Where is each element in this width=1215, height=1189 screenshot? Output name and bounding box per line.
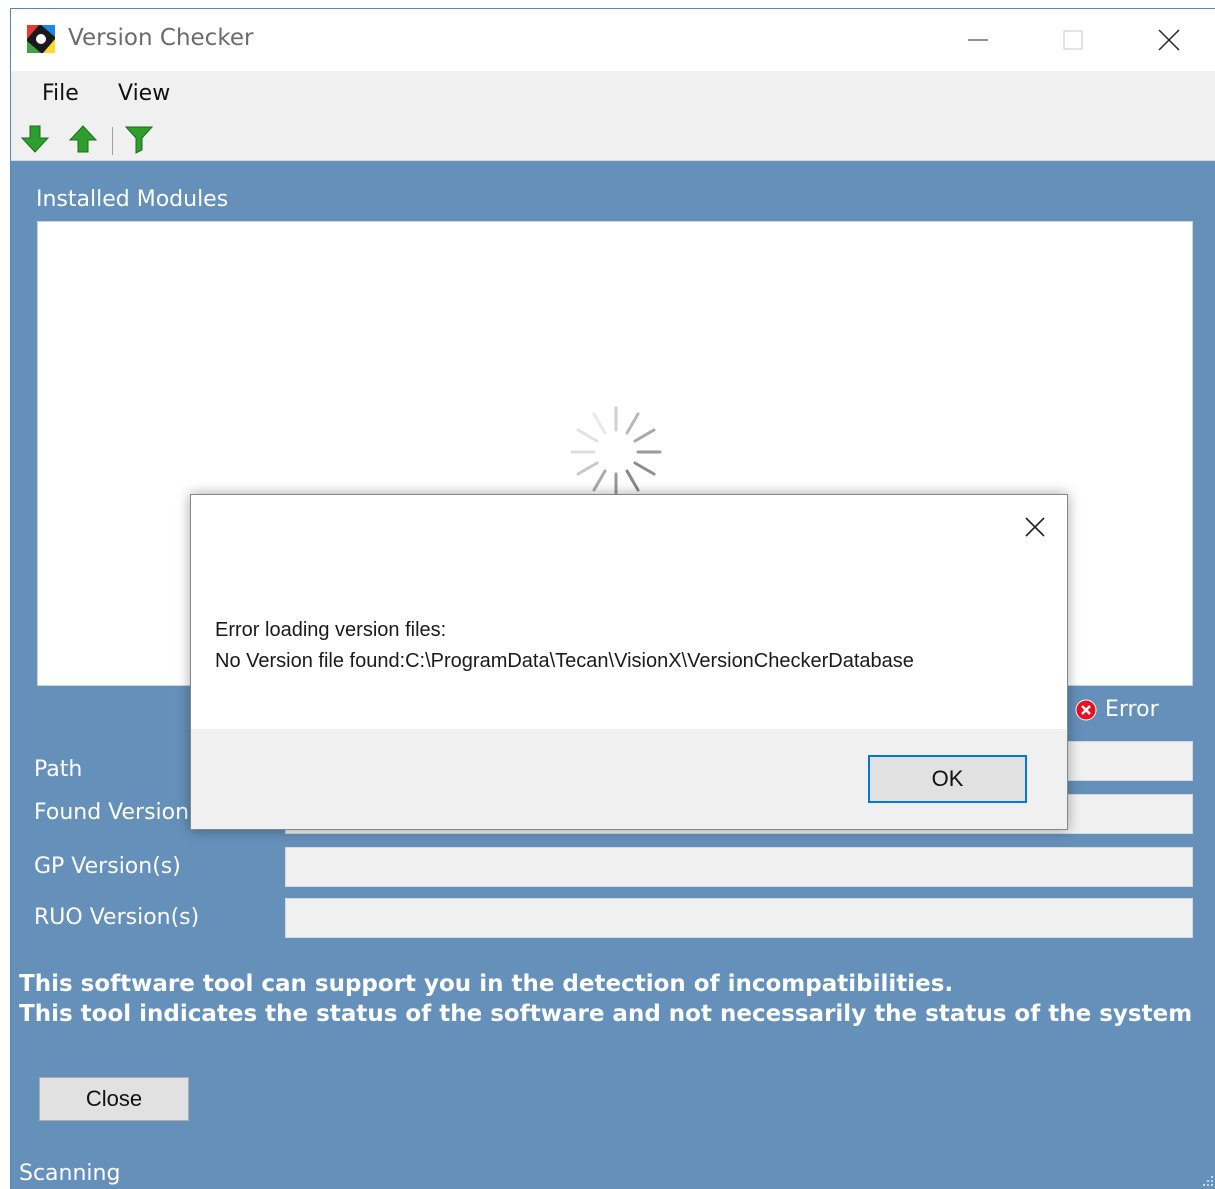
maximize-icon bbox=[1063, 30, 1083, 50]
title-bar: Version Checker bbox=[11, 9, 1215, 71]
ok-button[interactable]: OK bbox=[868, 755, 1027, 803]
info-line-1: This software tool can support you in th… bbox=[19, 971, 954, 997]
window-title: Version Checker bbox=[68, 25, 254, 51]
info-text: This software tool can support you in th… bbox=[19, 969, 1192, 1029]
app-icon bbox=[27, 25, 55, 53]
ruo-versions-field[interactable] bbox=[285, 898, 1193, 938]
status-error-indicator: Error bbox=[1075, 697, 1159, 722]
toolbar bbox=[11, 119, 1215, 161]
ruo-versions-label: RUO Version(s) bbox=[34, 905, 200, 930]
path-label: Path bbox=[34, 757, 83, 782]
loading-spinner-icon bbox=[570, 406, 662, 498]
installed-modules-label: Installed Modules bbox=[36, 187, 229, 212]
menu-file[interactable]: File bbox=[42, 81, 79, 106]
gp-versions-label: GP Version(s) bbox=[34, 854, 181, 879]
resize-grip-icon[interactable] bbox=[1200, 1173, 1214, 1187]
error-dialog: Error loading version files: No Version … bbox=[190, 494, 1068, 830]
toolbar-separator bbox=[112, 127, 113, 155]
filter-icon[interactable] bbox=[123, 123, 155, 155]
dialog-close-icon[interactable] bbox=[1019, 511, 1051, 543]
found-version-label: Found Version bbox=[34, 800, 190, 825]
close-icon bbox=[1158, 29, 1180, 51]
window-close-button[interactable] bbox=[1129, 9, 1209, 71]
arrow-down-icon[interactable] bbox=[19, 123, 51, 155]
menu-view[interactable]: View bbox=[118, 81, 170, 106]
dialog-message-line-1: Error loading version files: bbox=[215, 619, 447, 641]
arrow-up-icon[interactable] bbox=[67, 123, 99, 155]
error-icon bbox=[1075, 699, 1097, 720]
status-text: Scanning bbox=[19, 1161, 121, 1186]
dialog-message: Error loading version files: No Version … bbox=[215, 615, 914, 677]
gp-versions-field[interactable] bbox=[285, 847, 1193, 887]
minimize-icon bbox=[968, 39, 988, 41]
info-line-2: This tool indicates the status of the so… bbox=[19, 1001, 1193, 1027]
minimize-button[interactable] bbox=[938, 9, 1018, 71]
error-label: Error bbox=[1105, 697, 1159, 722]
menu-bar: File View bbox=[11, 71, 1215, 119]
close-button[interactable]: Close bbox=[39, 1077, 189, 1121]
dialog-message-line-2: No Version file found:C:\ProgramData\Tec… bbox=[215, 650, 914, 672]
maximize-button[interactable] bbox=[1033, 9, 1113, 71]
